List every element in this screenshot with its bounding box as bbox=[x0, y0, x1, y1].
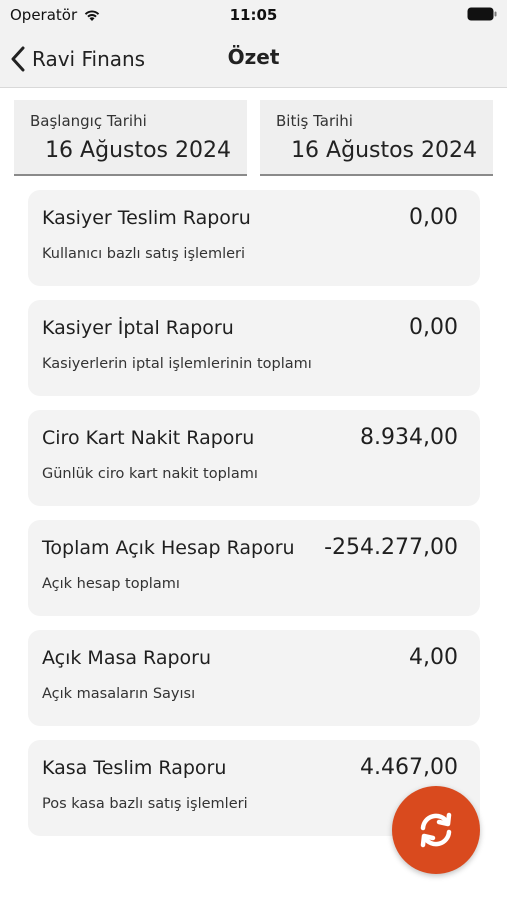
start-date-label: Başlangıç Tarihi bbox=[30, 112, 147, 130]
back-label: Ravi Finans bbox=[32, 47, 146, 71]
status-bar: Operatör 11:05 bbox=[0, 0, 507, 30]
report-subtitle: Kasiyerlerin iptal işlemlerinin toplamı bbox=[42, 356, 312, 372]
report-title: Kasa Teslim Raporu bbox=[42, 757, 227, 779]
report-value: -254.277,00 bbox=[324, 535, 458, 560]
report-value: 4.467,00 bbox=[360, 755, 458, 780]
end-date-picker[interactable]: Bitiş Tarihi 16 Ağustos 2024 bbox=[260, 100, 493, 176]
report-subtitle: Pos kasa bazlı satış işlemleri bbox=[42, 796, 248, 812]
report-value: 8.934,00 bbox=[360, 425, 458, 450]
report-subtitle: Açık hesap toplamı bbox=[42, 576, 180, 592]
report-subtitle: Günlük ciro kart nakit toplamı bbox=[42, 466, 258, 482]
back-button[interactable]: Ravi Finans bbox=[10, 43, 145, 75]
report-subtitle: Kullanıcı bazlı satış işlemleri bbox=[42, 246, 246, 262]
start-date-value: 16 Ağustos 2024 bbox=[45, 138, 231, 163]
report-title: Açık Masa Raporu bbox=[42, 647, 212, 669]
report-value: 4,00 bbox=[409, 645, 458, 670]
report-list: Kasiyer Teslim Raporu 0,00 Kullanıcı baz… bbox=[28, 190, 480, 850]
report-card-toplam-acik-hesap[interactable]: Toplam Açık Hesap Raporu -254.277,00 Açı… bbox=[28, 520, 480, 616]
end-date-value: 16 Ağustos 2024 bbox=[291, 138, 477, 163]
report-title: Toplam Açık Hesap Raporu bbox=[42, 537, 295, 559]
report-title: Kasiyer İptal Raporu bbox=[42, 317, 234, 339]
report-value: 0,00 bbox=[409, 315, 458, 340]
report-card-kasiyer-iptal[interactable]: Kasiyer İptal Raporu 0,00 Kasiyerlerin i… bbox=[28, 300, 480, 396]
report-title: Ciro Kart Nakit Raporu bbox=[42, 427, 255, 449]
report-card-kasiyer-teslim[interactable]: Kasiyer Teslim Raporu 0,00 Kullanıcı baz… bbox=[28, 190, 480, 286]
refresh-icon bbox=[420, 812, 452, 848]
clock: 11:05 bbox=[229, 6, 278, 24]
report-card-acik-masa[interactable]: Açık Masa Raporu 4,00 Açık masaların Say… bbox=[28, 630, 480, 726]
navigation-bar: Ravi Finans Özet bbox=[0, 30, 507, 88]
report-title: Kasiyer Teslim Raporu bbox=[42, 207, 251, 229]
report-card-ciro-kart-nakit[interactable]: Ciro Kart Nakit Raporu 8.934,00 Günlük c… bbox=[28, 410, 480, 506]
report-value: 0,00 bbox=[409, 205, 458, 230]
start-date-picker[interactable]: Başlangıç Tarihi 16 Ağustos 2024 bbox=[14, 100, 247, 176]
end-date-label: Bitiş Tarihi bbox=[276, 112, 353, 130]
chevron-left-icon bbox=[11, 46, 25, 72]
refresh-button[interactable] bbox=[392, 786, 480, 874]
battery-icon bbox=[467, 7, 497, 21]
report-subtitle: Açık masaların Sayısı bbox=[42, 686, 196, 702]
